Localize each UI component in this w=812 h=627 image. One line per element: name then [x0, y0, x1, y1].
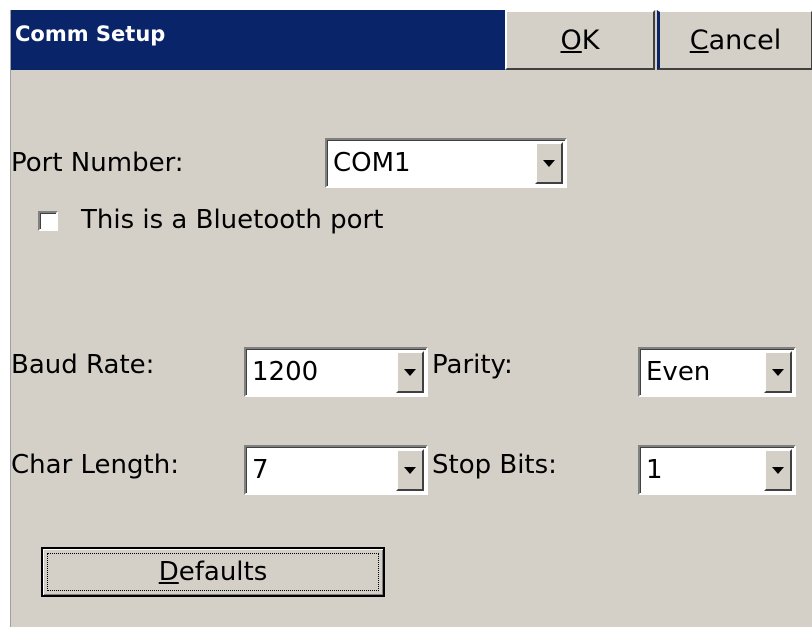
ok-button[interactable]: OK — [505, 10, 655, 70]
parity-label: Parity: — [432, 350, 513, 380]
port-number-dropdown-button[interactable] — [535, 142, 563, 184]
stop-bits-dropdown-button[interactable] — [764, 449, 792, 491]
stop-bits-value: 1 — [646, 455, 663, 485]
baud-rate-label: Baud Rate: — [11, 350, 155, 380]
port-number-label: Port Number: — [11, 148, 184, 178]
bluetooth-checkbox[interactable] — [38, 211, 58, 231]
cancel-button-label: Cancel — [689, 24, 782, 56]
dialog-title: Comm Setup — [15, 22, 166, 46]
ok-button-label: OK — [560, 24, 600, 56]
defaults-button[interactable]: Defaults — [41, 547, 385, 597]
parity-value: Even — [646, 357, 711, 387]
defaults-button-label: Defaults — [158, 557, 268, 587]
chevron-down-icon — [404, 466, 416, 474]
baud-rate-select[interactable]: 1200 — [244, 347, 428, 397]
char-length-select[interactable]: 7 — [244, 445, 428, 495]
title-panel: Comm Setup — [11, 10, 505, 70]
bluetooth-checkbox-label[interactable]: This is a Bluetooth port — [81, 205, 383, 235]
parity-select[interactable]: Even — [638, 347, 796, 397]
baud-rate-value: 1200 — [252, 357, 319, 387]
cancel-button[interactable]: Cancel — [657, 10, 812, 70]
port-number-select[interactable]: COM1 — [325, 138, 567, 188]
chevron-down-icon — [404, 368, 416, 376]
char-length-value: 7 — [252, 455, 269, 485]
port-number-value: COM1 — [333, 148, 411, 178]
char-length-dropdown-button[interactable] — [396, 449, 424, 491]
stop-bits-select[interactable]: 1 — [638, 445, 796, 495]
chevron-down-icon — [543, 159, 555, 167]
baud-rate-dropdown-button[interactable] — [396, 351, 424, 393]
comm-setup-dialog: Comm Setup OK Cancel Port Number: COM1 T… — [10, 10, 812, 627]
char-length-label: Char Length: — [11, 450, 179, 480]
chevron-down-icon — [772, 466, 784, 474]
parity-dropdown-button[interactable] — [764, 351, 792, 393]
chevron-down-icon — [772, 368, 784, 376]
stop-bits-label: Stop Bits: — [432, 450, 557, 480]
title-bar: Comm Setup OK Cancel — [11, 10, 812, 70]
